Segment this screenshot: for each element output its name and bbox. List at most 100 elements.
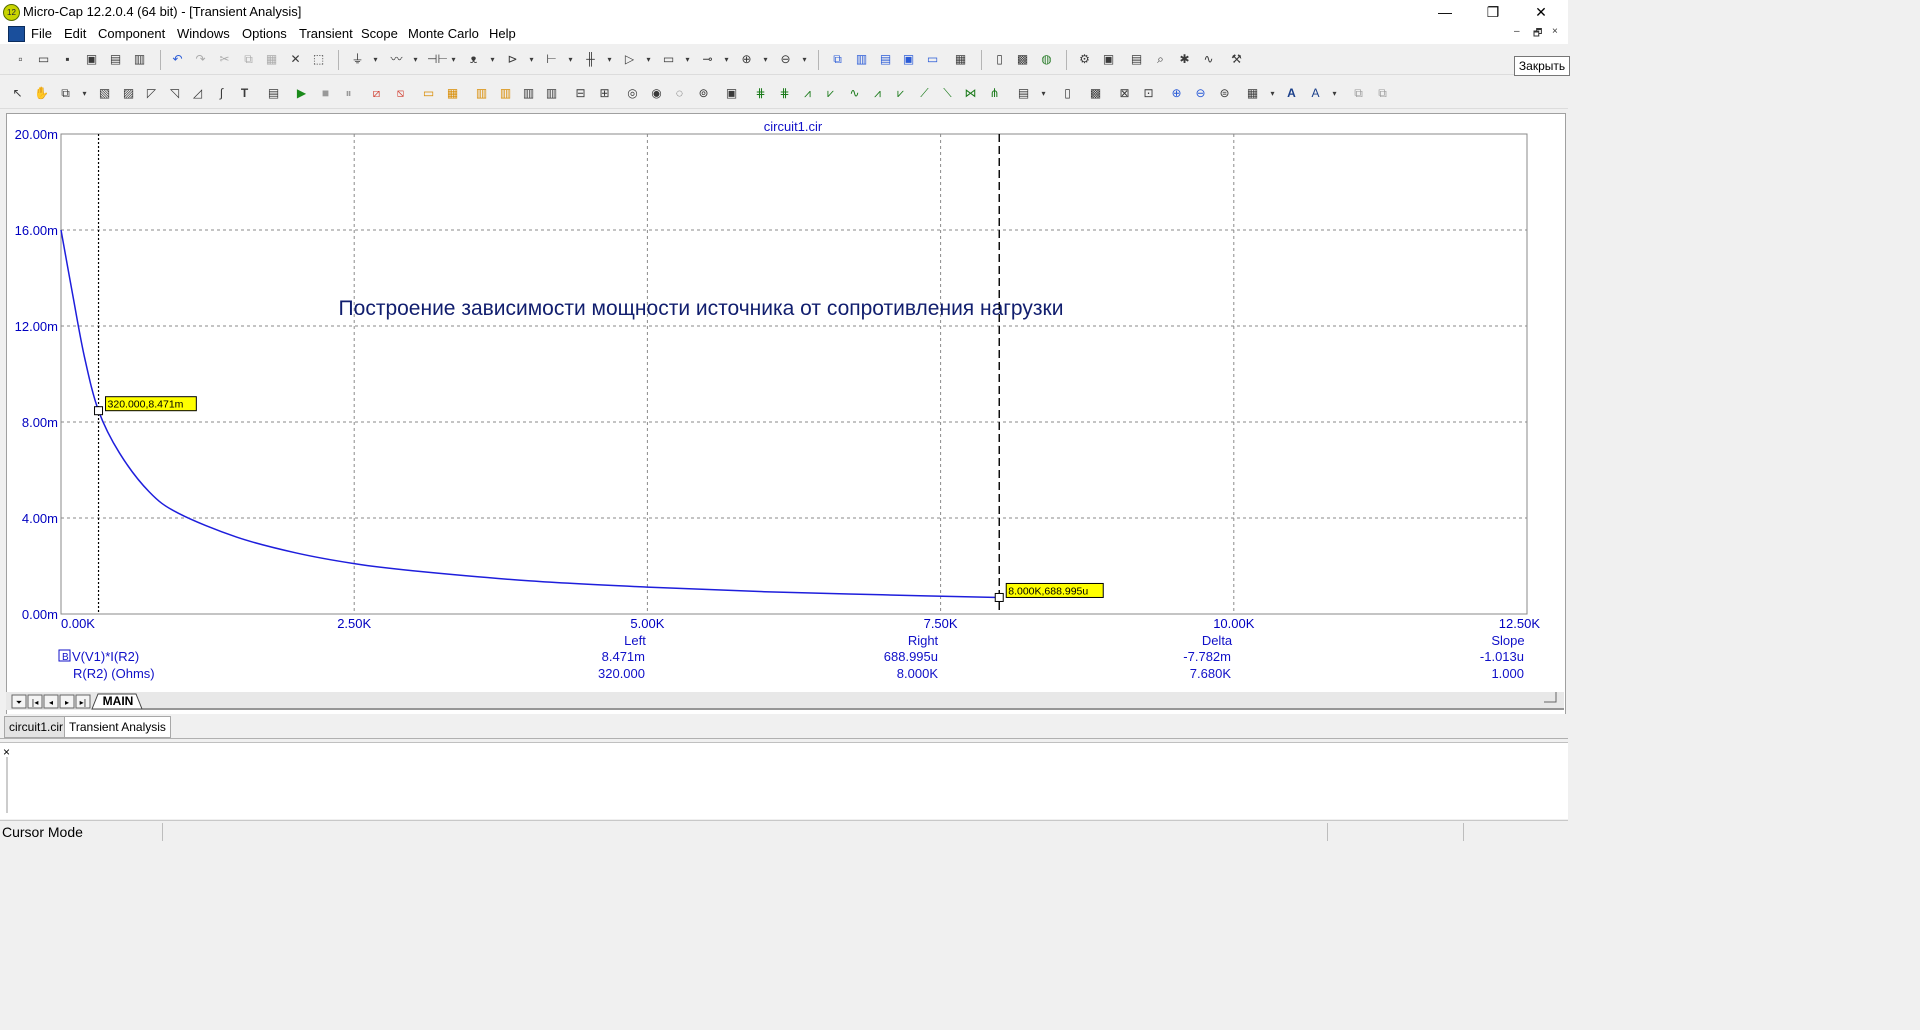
save-icon[interactable]: ▪ <box>60 52 75 67</box>
cursor-lines[interactable] <box>97 134 1000 614</box>
calculator-icon[interactable]: ▦ <box>953 52 968 67</box>
cursor-valley-icon[interactable]: ⋕ <box>777 86 792 101</box>
zoom-in-plot-icon[interactable]: ⊕ <box>1169 86 1184 101</box>
tile-vertical-icon[interactable]: ▥ <box>854 52 869 67</box>
plot-canvas[interactable]: circuit1.cir 0.00K 2.50K 5.00K 7.50K 10.00K 1… <box>7 114 1565 693</box>
bring-front-icon[interactable]: ⧉ <box>1351 86 1366 101</box>
model-editor-icon[interactable]: ▣ <box>1101 52 1116 67</box>
print-preview-icon[interactable]: ▤ <box>108 52 123 67</box>
dropdown-arrow-icon[interactable]: ▾ <box>485 52 500 67</box>
battery-component-icon[interactable]: ╫ <box>583 52 598 67</box>
dropdown-arrow-icon[interactable]: ▾ <box>602 52 617 67</box>
menu-help[interactable]: Help <box>489 26 516 41</box>
dropdown-arrow-icon[interactable]: ▾ <box>77 86 92 101</box>
cursor-inflection-icon[interactable]: ∿ <box>847 86 862 101</box>
menu-monte-carlo[interactable]: Monte Carlo <box>408 26 479 41</box>
y-expression-label[interactable]: V(V1)*I(R2) <box>72 649 139 664</box>
opamp-component-icon[interactable]: ▷ <box>622 52 637 67</box>
vertical-tag-icon[interactable]: ◹ <box>167 86 182 101</box>
maximize-window-icon[interactable]: ▭ <box>925 52 940 67</box>
tab-transient-analysis[interactable]: Transient Analysis <box>64 716 171 738</box>
cursor-top-icon[interactable]: ⟋ <box>917 86 932 101</box>
stop-icon[interactable]: ■ <box>318 86 333 101</box>
diode-component-icon[interactable]: ⊳ <box>505 52 520 67</box>
transistor-component-icon[interactable]: ⊢ <box>544 52 559 67</box>
cursor-low-icon[interactable]: ⩗ <box>823 86 838 101</box>
dropdown-arrow-icon[interactable]: ▾ <box>408 52 423 67</box>
dropdown-arrow-icon[interactable]: ▾ <box>1327 86 1342 101</box>
dropdown-arrow-icon[interactable]: ▾ <box>758 52 773 67</box>
performance-tag-icon[interactable]: ◿ <box>190 86 205 101</box>
cursor-slope-icon[interactable]: ⋈ <box>963 86 978 101</box>
analysis-info-icon[interactable]: ▯ <box>1060 86 1075 101</box>
cascade-windows-icon[interactable]: ⧉ <box>830 52 845 67</box>
print-icon[interactable]: ▥ <box>132 52 147 67</box>
x-expression-label[interactable]: R(R2) (Ohms) <box>73 666 155 681</box>
save-all-icon[interactable]: ▣ <box>84 52 99 67</box>
select-mode-icon[interactable]: ↖ <box>10 86 25 101</box>
resize-grip-icon[interactable] <box>1544 692 1557 703</box>
mdi-close-button[interactable]: × <box>1552 26 1558 37</box>
same-x-scale-icon[interactable]: ⊠ <box>1117 86 1132 101</box>
resistor-component-icon[interactable]: 〰 <box>389 52 404 67</box>
redo-icon[interactable]: ↷ <box>193 52 208 67</box>
new-file-icon[interactable]: ▫ <box>13 52 28 67</box>
dropdown-arrow-icon[interactable]: ▾ <box>1036 86 1051 101</box>
open-file-icon[interactable]: ▭ <box>36 52 51 67</box>
delete-icon[interactable]: ✕ <box>288 52 303 67</box>
output-pane[interactable]: × <box>0 742 1568 819</box>
clipboard-icon[interactable]: ▤ <box>1016 86 1031 101</box>
zoom-in-icon[interactable]: ◉ <box>649 86 664 101</box>
ground-component-icon[interactable]: ⏚ <box>350 52 365 67</box>
menu-component[interactable]: Component <box>98 26 165 41</box>
zoom-restore-icon[interactable]: ⊚ <box>696 86 711 101</box>
horizontal-split-icon[interactable]: ⊟ <box>573 86 588 101</box>
grid-toggle-icon[interactable]: ⊞ <box>597 86 612 101</box>
cursor-markers[interactable]: 320.000,8.471m 8.000K,688.995u <box>94 396 1104 602</box>
tile-plot-icon[interactable]: ▥ <box>544 86 559 101</box>
menu-file[interactable]: File <box>31 26 52 41</box>
font-style-icon[interactable]: A <box>1308 86 1323 101</box>
pause-icon[interactable]: ⏸ <box>341 86 356 101</box>
menu-edit[interactable]: Edit <box>64 26 86 41</box>
cursor-bottom-icon[interactable]: ⟍ <box>940 86 955 101</box>
probe-component-icon[interactable]: ⊖ <box>778 52 793 67</box>
dropdown-arrow-icon[interactable]: ▾ <box>524 52 539 67</box>
auto-scale-icon[interactable]: ▣ <box>724 86 739 101</box>
properties-icon[interactable]: ▤ <box>1129 52 1144 67</box>
formula-icon[interactable]: ∫ <box>214 86 229 101</box>
select-all-icon[interactable]: ⬚ <box>311 52 326 67</box>
zoom-out-plot-icon[interactable]: ⊖ <box>1193 86 1208 101</box>
state-variables-icon[interactable]: ▦ <box>445 86 460 101</box>
tile-horizontal-icon[interactable]: ▤ <box>878 52 893 67</box>
scale-mode-icon[interactable]: ⧉ <box>58 86 73 101</box>
dropdown-arrow-icon[interactable]: ▾ <box>563 52 578 67</box>
mdi-restore-button[interactable]: 🗗 <box>1533 26 1542 43</box>
horizontal-tag-icon[interactable]: ◸ <box>144 86 159 101</box>
zoom-out-icon[interactable]: ◎ <box>625 86 640 101</box>
cursor-global-low-icon[interactable]: ⩗ <box>893 86 908 101</box>
dropdown-arrow-icon[interactable]: ▾ <box>719 52 734 67</box>
copy-icon[interactable]: ⧉ <box>241 52 256 67</box>
minimize-button[interactable]: — <box>1422 0 1468 24</box>
same-y-scale-icon[interactable]: ⊡ <box>1141 86 1156 101</box>
waveform-icon[interactable]: ∿ <box>1201 52 1216 67</box>
source-component-icon[interactable]: ⊕ <box>739 52 754 67</box>
send-back-icon[interactable]: ⧉ <box>1375 86 1390 101</box>
output-pane-gripper[interactable] <box>6 757 8 813</box>
run-icon[interactable]: ▶ <box>294 86 309 101</box>
analysis-limits-icon[interactable]: ⚙ <box>1077 52 1092 67</box>
check-circuit-icon[interactable]: ⚒ <box>1229 52 1244 67</box>
switch-component-icon[interactable]: ⊸ <box>700 52 715 67</box>
split-window-icon[interactable]: ▣ <box>901 52 916 67</box>
zoom-fit-icon[interactable]: ◌ <box>672 86 687 101</box>
mdi-minimize-button[interactable]: – <box>1514 26 1520 37</box>
document-window-icon[interactable] <box>8 26 25 42</box>
menu-options[interactable]: Options <box>242 26 287 41</box>
point-tag-icon[interactable]: ▨ <box>121 86 136 101</box>
close-button[interactable]: ✕ <box>1518 0 1564 24</box>
menu-windows[interactable]: Windows <box>177 26 230 41</box>
add-plot-icon[interactable]: ▥ <box>474 86 489 101</box>
plot-window[interactable]: circuit1.cir 0.00K 2.50K 5.00K 7.50K 10.00K 1… <box>6 113 1566 715</box>
menu-transient[interactable]: Transient <box>299 26 353 41</box>
